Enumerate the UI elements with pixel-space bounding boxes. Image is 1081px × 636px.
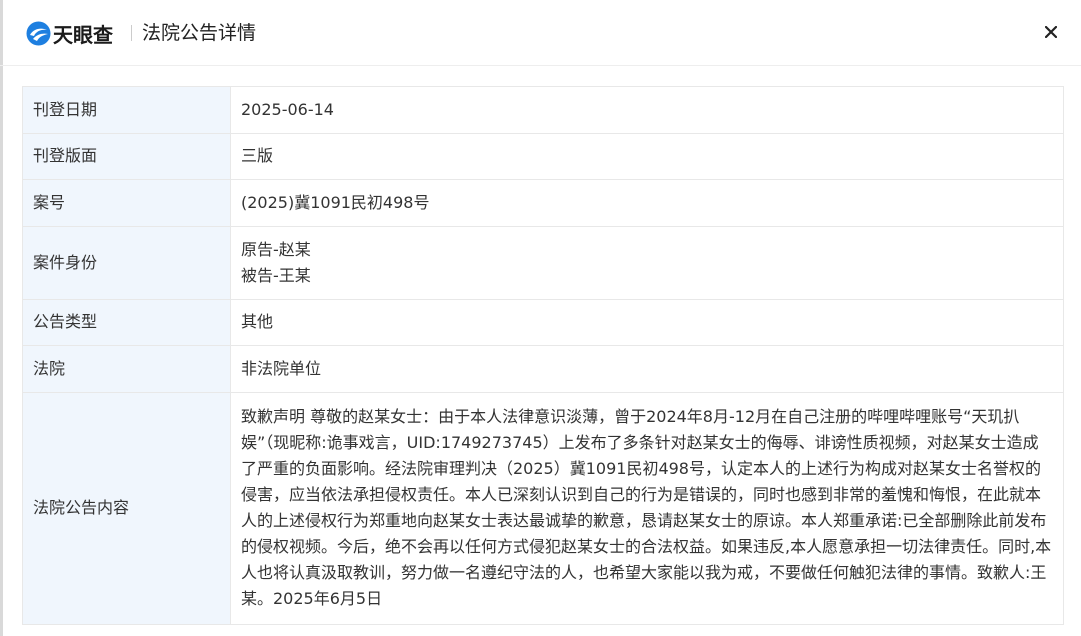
row-label-case-parties: 案件身份 (22, 225, 231, 300)
logo-text: 天眼查 (53, 22, 113, 47)
table-row: 案件身份 原告-赵某 被告-王某 (22, 225, 1064, 300)
table-row: 公告类型 其他 (22, 298, 1064, 346)
table-row: 案号 (2025)冀1091民初498号 (22, 179, 1064, 227)
table-row: 法院公告内容 致歉声明 尊敬的赵某女士：由于本人法律意识淡薄，曾于2024年8月… (22, 391, 1064, 625)
table-row: 刊登日期 2025-06-14 (22, 86, 1064, 134)
dialog-title: 法院公告详情 (142, 22, 257, 44)
header-divider (131, 25, 132, 41)
row-value-court: 非法院单位 (230, 345, 1064, 393)
close-icon (1045, 26, 1057, 38)
row-value-publish-date: 2025-06-14 (230, 86, 1064, 134)
row-label-publish-date: 刊登日期 (22, 86, 231, 134)
tianyancha-logo-icon (26, 21, 51, 45)
row-label-case-number: 案号 (22, 179, 231, 227)
row-label-notice-content: 法院公告内容 (22, 391, 231, 625)
row-value-case-number: (2025)冀1091民初498号 (230, 179, 1064, 227)
table-row: 法院 非法院单位 (22, 345, 1064, 393)
window-edge (0, 0, 3, 636)
row-value-notice-type: 其他 (230, 298, 1064, 346)
row-label-publish-page: 刊登版面 (22, 132, 231, 180)
row-label-notice-type: 公告类型 (22, 298, 231, 346)
row-value-notice-content: 致歉声明 尊敬的赵某女士：由于本人法律意识淡薄，曾于2024年8月-12月在自己… (230, 391, 1064, 625)
row-value-case-parties: 原告-赵某 被告-王某 (230, 225, 1064, 300)
row-label-court: 法院 (22, 345, 231, 393)
table-row: 刊登版面 三版 (22, 132, 1064, 180)
logo[interactable]: 天眼查 (26, 20, 113, 47)
close-button[interactable] (1040, 21, 1062, 43)
party-defendant: 被告-王某 (241, 265, 311, 285)
dialog-header: 天眼查 法院公告详情 (0, 0, 1081, 66)
party-plaintiff: 原告-赵某 (241, 239, 311, 259)
announcement-detail-table: 刊登日期 2025-06-14 刊登版面 三版 案号 (2025)冀1091民初… (22, 86, 1064, 625)
row-value-publish-page: 三版 (230, 132, 1064, 180)
